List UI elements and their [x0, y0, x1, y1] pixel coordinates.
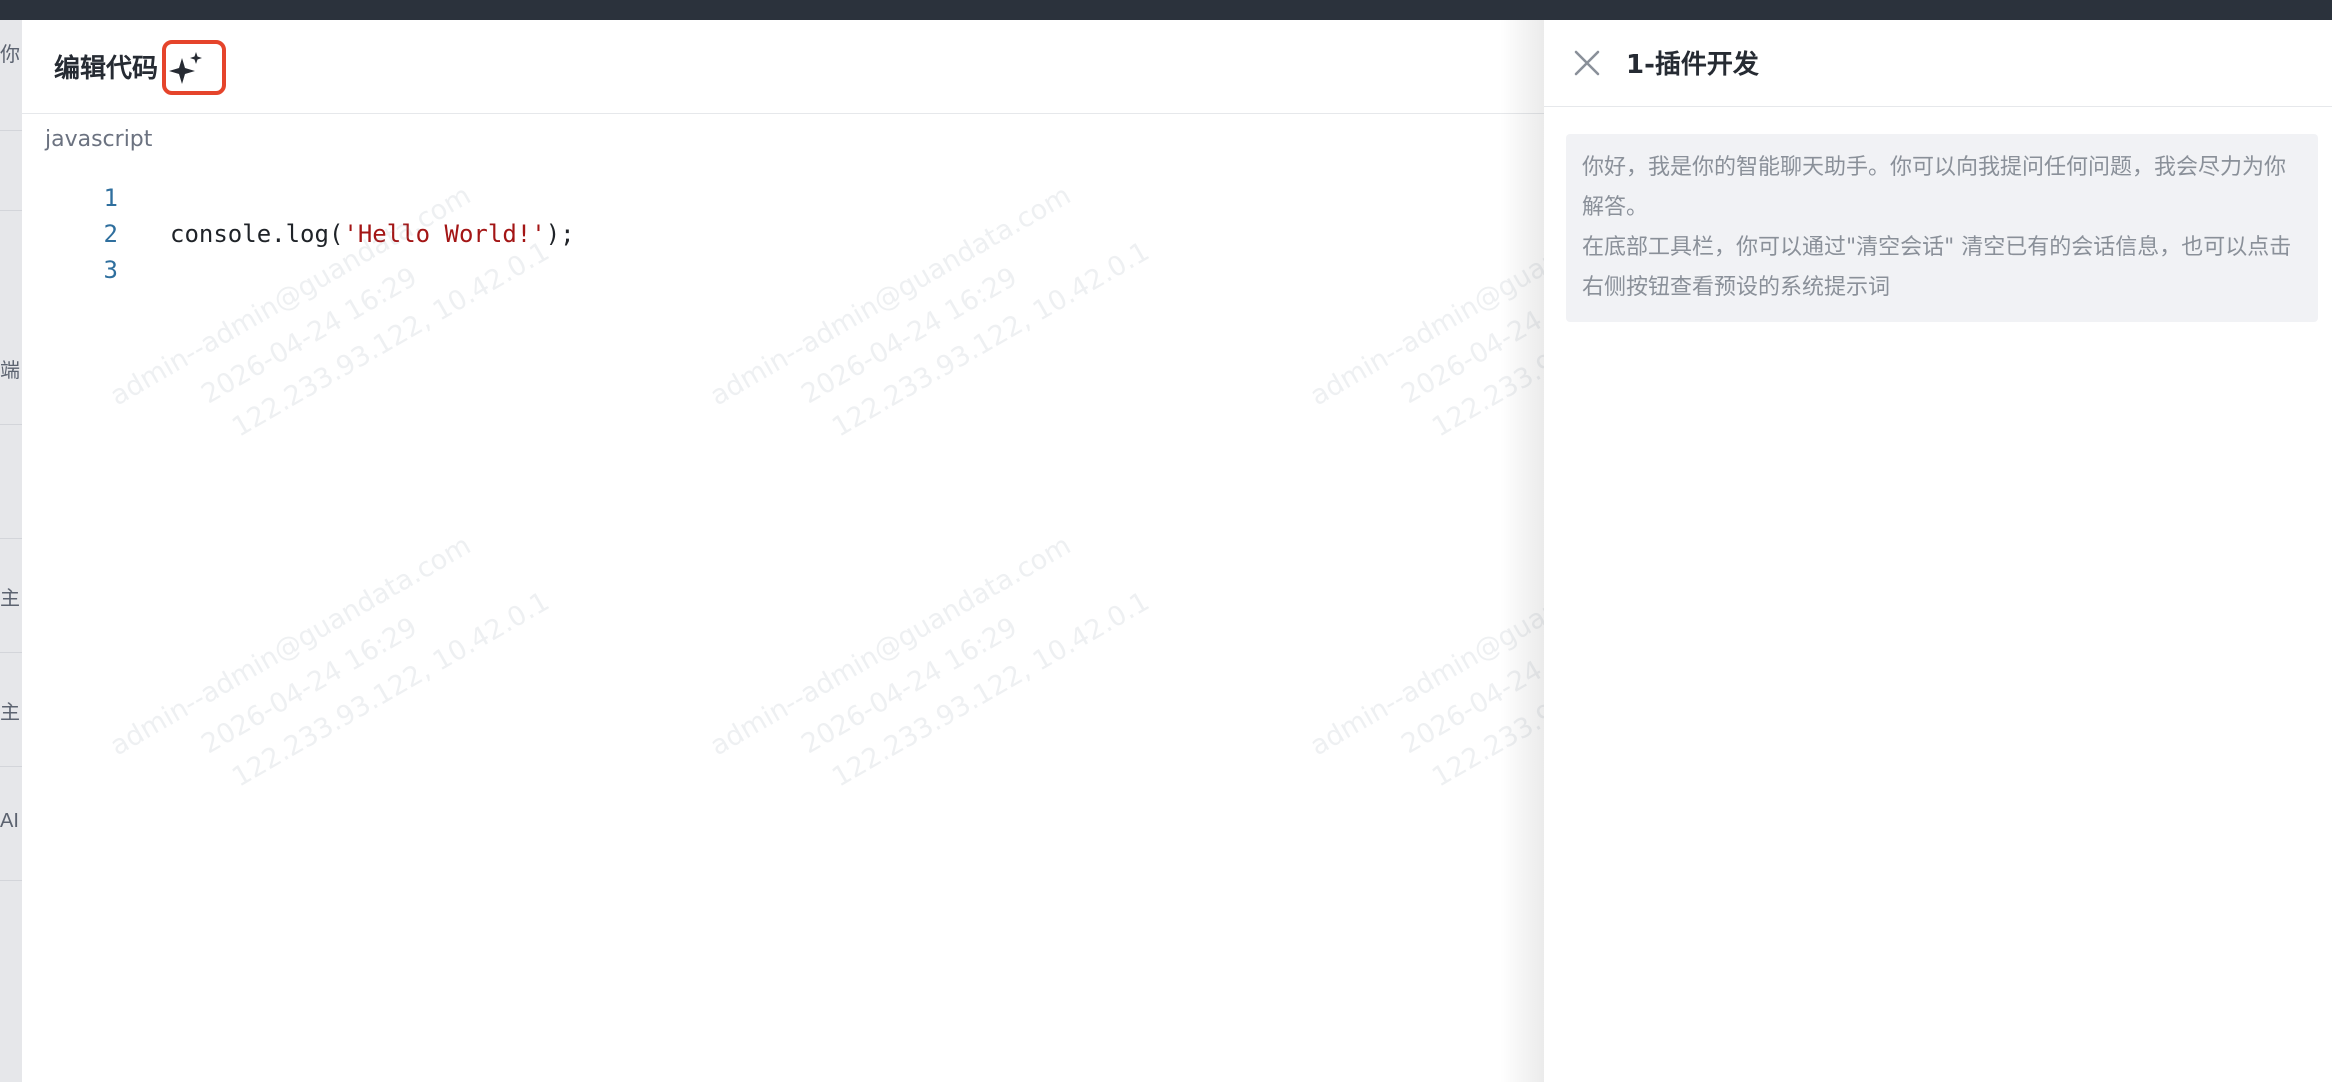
code-token: );	[545, 220, 575, 248]
top-nav-bar	[0, 0, 2332, 20]
background-label: 端	[0, 360, 20, 382]
background-label: AI	[0, 810, 19, 832]
divider	[0, 130, 22, 131]
background-label: 主	[0, 702, 20, 724]
line-number: 1	[103, 184, 118, 212]
code-editor-drawer: 编辑代码 javascript 1 2 console.log('Hello W…	[22, 20, 1755, 1082]
watermark-text: admin--admin@guandata.com	[705, 529, 1077, 763]
watermark: admin--admin@guandata.com 2026-04-24 16:…	[102, 505, 558, 845]
close-button[interactable]	[1572, 48, 1602, 78]
close-icon	[1574, 50, 1600, 76]
divider	[0, 538, 22, 539]
editor-title: 编辑代码	[54, 54, 159, 84]
panel-shadow	[1500, 20, 1544, 1082]
chat-welcome-message: 你好，我是你的智能聊天助手。你可以向我提问任何问题，我会尽力为你解答。 在底部工…	[1566, 134, 2318, 322]
message-text: 在底部工具栏，你可以通过"清空会话" 清空已有的会话信息，也可以点击右侧按钮查看…	[1582, 235, 2292, 300]
watermark-text: 2026-04-24 16:29	[196, 611, 423, 761]
line-code: console.log('Hello World!');	[170, 216, 575, 252]
watermark-text: 2026-04-24 16:29	[796, 611, 1023, 761]
line-number: 2	[103, 220, 118, 248]
code-line[interactable]: 3	[22, 252, 1544, 288]
background-label: 主	[0, 588, 20, 610]
code-line[interactable]: 1	[22, 180, 1544, 216]
chat-title: 1-插件开发	[1626, 50, 1759, 80]
watermark-text: 122.233.93.122, 10.42.0.1	[826, 586, 1155, 794]
watermark-text: 122.233.93.122, 10.42.0.1	[226, 586, 555, 794]
code-token: console.log(	[170, 220, 344, 248]
message-text: 你好，我是你的智能聊天助手。你可以向我提问任何问题，我会尽力为你解答。	[1582, 155, 2287, 220]
divider	[0, 652, 22, 653]
code-editor[interactable]: 1 2 console.log('Hello World!'); 3	[22, 180, 1544, 288]
code-line[interactable]: 2 console.log('Hello World!');	[22, 216, 1544, 252]
background-page: 你 端 主 主 AI	[0, 20, 22, 1082]
watermark-text: admin--admin@guandata.com	[105, 529, 477, 763]
ai-assist-button[interactable]	[162, 40, 226, 95]
chat-panel: 1-插件开发 你好，我是你的智能聊天助手。你可以向我提问任何问题，我会尽力为你解…	[1544, 20, 2332, 1082]
divider	[0, 210, 22, 211]
watermark: admin--admin@guandata.com 2026-04-24 16:…	[702, 505, 1158, 845]
editor-header: 编辑代码	[22, 20, 1544, 114]
background-label: 你	[0, 44, 20, 66]
chat-header: 1-插件开发	[1544, 20, 2332, 107]
divider	[0, 880, 22, 881]
sparkle-icon	[169, 52, 202, 84]
code-language-label: javascript	[45, 127, 153, 152]
divider	[0, 766, 22, 767]
code-string-token: 'Hello World!'	[343, 220, 546, 248]
line-number: 3	[103, 256, 118, 284]
divider	[0, 424, 22, 425]
